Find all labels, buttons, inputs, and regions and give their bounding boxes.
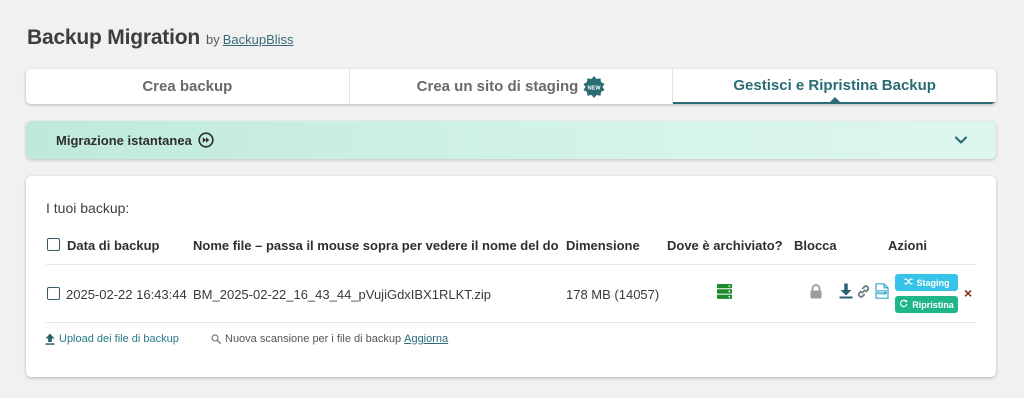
- restore-label: Ripristina: [912, 299, 954, 310]
- rescan-text: Nuova scansione per i file di backup Agg…: [211, 333, 448, 345]
- tab-label: Crea un sito di staging: [416, 78, 579, 95]
- new-badge-icon: NEW: [583, 75, 605, 98]
- column-header-size[interactable]: Dimensione: [566, 238, 640, 253]
- rescan-label: Nuova scansione per i file di backup: [225, 333, 402, 345]
- column-header-location: Dove è archiviato?: [667, 238, 783, 253]
- migration-label: Migrazione istantanea: [56, 132, 192, 148]
- restore-button[interactable]: Ripristina: [895, 296, 958, 313]
- instant-migration-bar[interactable]: Migrazione istantanea: [26, 121, 996, 159]
- tab-label: Crea backup: [142, 78, 233, 95]
- select-all-checkbox[interactable]: [47, 238, 60, 251]
- upload-icon: [45, 333, 55, 345]
- main-tabs: Crea backup Crea un sito di staging NEW …: [26, 69, 996, 104]
- lock-icon[interactable]: [809, 284, 823, 299]
- column-header-date[interactable]: Data di backup: [67, 238, 159, 253]
- search-icon: [211, 334, 221, 344]
- upload-label: Upload dei file di backup: [59, 333, 179, 345]
- header-divider: [46, 264, 976, 265]
- staging-button[interactable]: Staging: [895, 274, 958, 291]
- link-icon[interactable]: [856, 284, 871, 299]
- staging-label: Staging: [916, 277, 950, 288]
- refresh-link[interactable]: Aggiorna: [404, 333, 448, 345]
- log-file-icon[interactable]: [875, 283, 889, 299]
- download-icon[interactable]: [839, 283, 853, 299]
- refresh-icon: [899, 299, 908, 310]
- upload-backup-link[interactable]: Upload dei file di backup: [45, 333, 179, 345]
- backups-title: I tuoi backup:: [46, 200, 130, 216]
- row-divider: [46, 322, 976, 323]
- server-icon: [717, 284, 732, 299]
- backup-filename[interactable]: BM_2025-02-22_16_43_44_pVujiGdxIBX1RLKT.…: [193, 287, 491, 302]
- column-header-actions: Azioni: [888, 238, 927, 253]
- row-checkbox[interactable]: [47, 287, 60, 300]
- tab-manage-restore[interactable]: Gestisci e Ripristina Backup: [673, 69, 996, 104]
- tab-staging[interactable]: Crea un sito di staging NEW: [350, 69, 674, 104]
- column-header-filename[interactable]: Nome file – passa il mouse sopra per ved…: [193, 238, 566, 253]
- tab-create-backup[interactable]: Crea backup: [26, 69, 350, 104]
- backups-panel: I tuoi backup: Data di backup Nome file …: [26, 176, 996, 377]
- delete-icon[interactable]: ×: [964, 285, 972, 301]
- new-badge-text: NEW: [588, 85, 602, 91]
- backup-date: 2025-02-22 16:43:44: [66, 287, 187, 302]
- by-text: by: [205, 32, 220, 47]
- chevron-down-icon[interactable]: [954, 133, 968, 147]
- brand-link[interactable]: BackupBliss: [223, 32, 294, 47]
- fast-forward-icon: [198, 132, 214, 148]
- column-header-lock: Blocca: [794, 238, 837, 253]
- page-header: Backup Migration by BackupBliss: [27, 26, 294, 50]
- shuffle-icon: [903, 277, 913, 288]
- tab-label: Gestisci e Ripristina Backup: [733, 77, 936, 94]
- app-title: Backup Migration: [27, 26, 200, 49]
- backup-size: 178 MB (14057): [566, 287, 660, 302]
